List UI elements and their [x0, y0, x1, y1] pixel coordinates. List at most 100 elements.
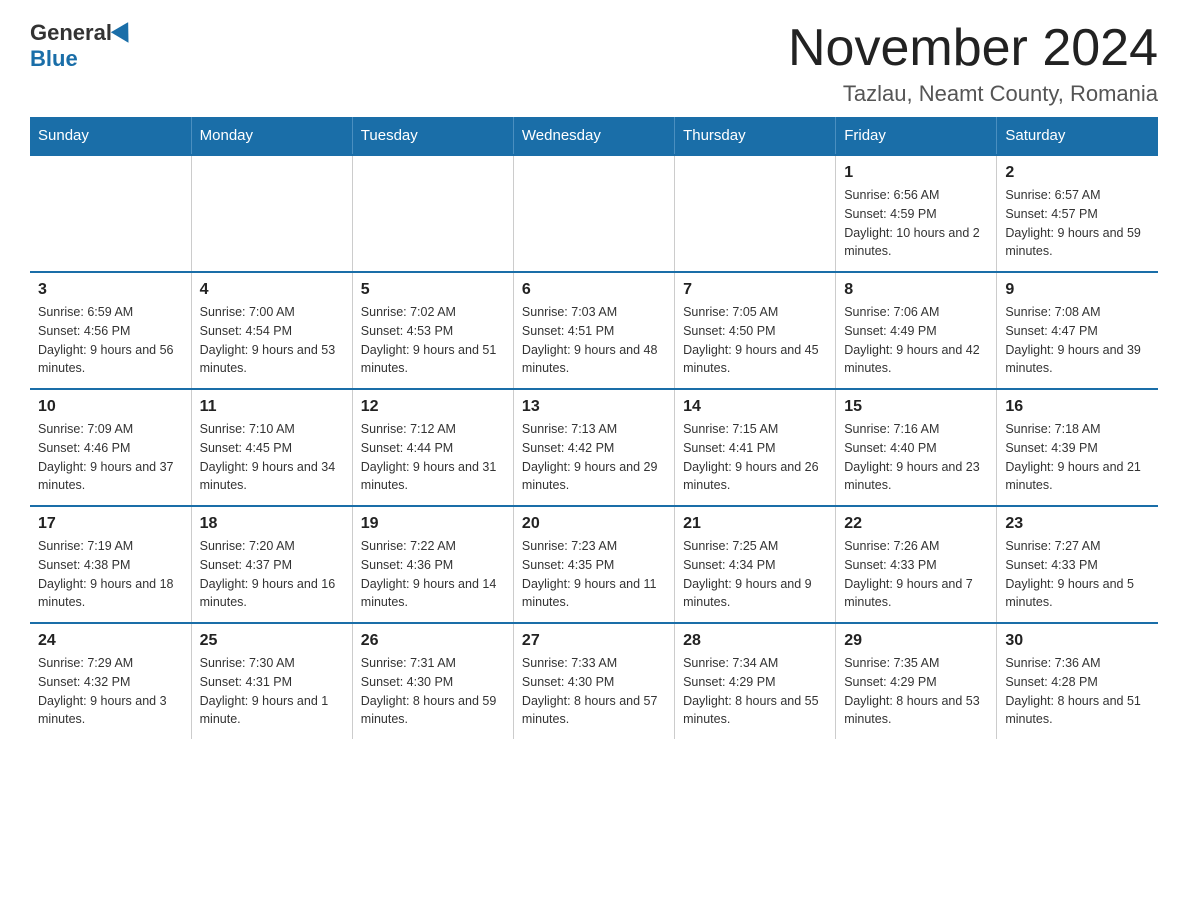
month-title: November 2024: [788, 20, 1158, 77]
day-info: Sunrise: 7:26 AMSunset: 4:33 PMDaylight:…: [844, 537, 988, 612]
day-number: 11: [200, 398, 344, 416]
calendar-cell: [30, 155, 191, 272]
day-number: 2: [1005, 164, 1150, 182]
day-number: 21: [683, 515, 827, 533]
calendar-cell: 21Sunrise: 7:25 AMSunset: 4:34 PMDayligh…: [675, 506, 836, 623]
calendar-cell: 19 Sunrise: 7:22 AMSunset: 4:36 PMDayligh…: [352, 506, 513, 623]
calendar-cell: 27Sunrise: 7:33 AMSunset: 4:30 PMDayligh…: [513, 623, 674, 739]
day-info: Sunrise: 7:31 AMSunset: 4:30 PMDaylight:…: [361, 654, 505, 729]
calendar-cell: 20 Sunrise: 7:23 AMSunset: 4:35 PMDayligh…: [513, 506, 674, 623]
logo: General Blue: [30, 20, 136, 72]
day-number: 13: [522, 398, 666, 416]
calendar-cell: 22 Sunrise: 7:26 AMSunset: 4:33 PMDayligh…: [836, 506, 997, 623]
day-info: Sunrise: 7:15 AMSunset: 4:41 PMDaylight:…: [683, 420, 827, 495]
calendar-cell: 6 Sunrise: 7:03 AMSunset: 4:51 PMDaylight…: [513, 272, 674, 389]
day-number: 8: [844, 281, 988, 299]
day-info: Sunrise: 7:10 AMSunset: 4:45 PMDaylight:…: [200, 420, 344, 495]
day-info: Sunrise: 7:36 AMSunset: 4:28 PMDaylight:…: [1005, 654, 1150, 729]
day-number: 7: [683, 281, 827, 299]
weekday-header-thursday: Thursday: [675, 117, 836, 155]
day-number: 22: [844, 515, 988, 533]
day-number: 26: [361, 632, 505, 650]
day-info: Sunrise: 6:57 AMSunset: 4:57 PMDaylight:…: [1005, 186, 1150, 261]
calendar-header-row: SundayMondayTuesdayWednesdayThursdayFrid…: [30, 117, 1158, 155]
calendar-cell: 29 Sunrise: 7:35 AMSunset: 4:29 PMDayligh…: [836, 623, 997, 739]
day-info: Sunrise: 7:16 AMSunset: 4:40 PMDaylight:…: [844, 420, 988, 495]
calendar-cell: 23 Sunrise: 7:27 AMSunset: 4:33 PMDayligh…: [997, 506, 1158, 623]
calendar-cell: 8 Sunrise: 7:06 AMSunset: 4:49 PMDaylight…: [836, 272, 997, 389]
page-header: General Blue November 2024 Tazlau, Neamt…: [30, 20, 1158, 107]
calendar-cell: 5Sunrise: 7:02 AMSunset: 4:53 PMDaylight…: [352, 272, 513, 389]
calendar-cell: [352, 155, 513, 272]
calendar-table: SundayMondayTuesdayWednesdayThursdayFrid…: [30, 117, 1158, 739]
day-number: 24: [38, 632, 183, 650]
logo-blue-text: Blue: [30, 46, 78, 72]
day-info: Sunrise: 7:06 AMSunset: 4:49 PMDaylight:…: [844, 303, 988, 378]
day-info: Sunrise: 7:18 AMSunset: 4:39 PMDaylight:…: [1005, 420, 1150, 495]
day-info: Sunrise: 7:19 AMSunset: 4:38 PMDaylight:…: [38, 537, 183, 612]
day-number: 14: [683, 398, 827, 416]
day-info: Sunrise: 7:08 AMSunset: 4:47 PMDaylight:…: [1005, 303, 1150, 378]
calendar-cell: 9 Sunrise: 7:08 AMSunset: 4:47 PMDaylight…: [997, 272, 1158, 389]
weekday-header-monday: Monday: [191, 117, 352, 155]
day-info: Sunrise: 7:03 AMSunset: 4:51 PMDaylight:…: [522, 303, 666, 378]
day-info: Sunrise: 7:23 AMSunset: 4:35 PMDaylight:…: [522, 537, 666, 612]
weekday-header-wednesday: Wednesday: [513, 117, 674, 155]
day-info: Sunrise: 7:29 AMSunset: 4:32 PMDaylight:…: [38, 654, 183, 729]
day-number: 9: [1005, 281, 1150, 299]
day-info: Sunrise: 6:59 AMSunset: 4:56 PMDaylight:…: [38, 303, 183, 378]
day-info: Sunrise: 7:35 AMSunset: 4:29 PMDaylight:…: [844, 654, 988, 729]
calendar-cell: 26 Sunrise: 7:31 AMSunset: 4:30 PMDayligh…: [352, 623, 513, 739]
calendar-cell: 3Sunrise: 6:59 AMSunset: 4:56 PMDaylight…: [30, 272, 191, 389]
day-number: 23: [1005, 515, 1150, 533]
day-number: 19: [361, 515, 505, 533]
calendar-week-row: 24 Sunrise: 7:29 AMSunset: 4:32 PMDayligh…: [30, 623, 1158, 739]
day-number: 12: [361, 398, 505, 416]
day-info: Sunrise: 7:13 AMSunset: 4:42 PMDaylight:…: [522, 420, 666, 495]
calendar-cell: 17 Sunrise: 7:19 AMSunset: 4:38 PMDayligh…: [30, 506, 191, 623]
day-number: 18: [200, 515, 344, 533]
day-info: Sunrise: 7:27 AMSunset: 4:33 PMDaylight:…: [1005, 537, 1150, 612]
day-number: 17: [38, 515, 183, 533]
logo-arrow-icon: [111, 22, 137, 48]
calendar-week-row: 3Sunrise: 6:59 AMSunset: 4:56 PMDaylight…: [30, 272, 1158, 389]
day-info: Sunrise: 7:22 AMSunset: 4:36 PMDaylight:…: [361, 537, 505, 612]
calendar-cell: 16 Sunrise: 7:18 AMSunset: 4:39 PMDayligh…: [997, 389, 1158, 506]
calendar-cell: 2 Sunrise: 6:57 AMSunset: 4:57 PMDaylight…: [997, 155, 1158, 272]
day-info: Sunrise: 7:00 AMSunset: 4:54 PMDaylight:…: [200, 303, 344, 378]
day-number: 16: [1005, 398, 1150, 416]
calendar-week-row: 1Sunrise: 6:56 AMSunset: 4:59 PMDaylight…: [30, 155, 1158, 272]
calendar-cell: [675, 155, 836, 272]
logo-general-text: General: [30, 20, 112, 46]
calendar-week-row: 17 Sunrise: 7:19 AMSunset: 4:38 PMDayligh…: [30, 506, 1158, 623]
day-number: 6: [522, 281, 666, 299]
calendar-cell: 25 Sunrise: 7:30 AMSunset: 4:31 PMDayligh…: [191, 623, 352, 739]
weekday-header-saturday: Saturday: [997, 117, 1158, 155]
calendar-cell: 12 Sunrise: 7:12 AMSunset: 4:44 PMDayligh…: [352, 389, 513, 506]
day-number: 20: [522, 515, 666, 533]
location-title: Tazlau, Neamt County, Romania: [788, 81, 1158, 107]
day-number: 29: [844, 632, 988, 650]
day-number: 27: [522, 632, 666, 650]
calendar-cell: 14 Sunrise: 7:15 AMSunset: 4:41 PMDayligh…: [675, 389, 836, 506]
day-number: 1: [844, 164, 988, 182]
weekday-header-sunday: Sunday: [30, 117, 191, 155]
calendar-week-row: 10Sunrise: 7:09 AMSunset: 4:46 PMDayligh…: [30, 389, 1158, 506]
calendar-cell: 24 Sunrise: 7:29 AMSunset: 4:32 PMDayligh…: [30, 623, 191, 739]
calendar-cell: 1Sunrise: 6:56 AMSunset: 4:59 PMDaylight…: [836, 155, 997, 272]
day-info: Sunrise: 7:12 AMSunset: 4:44 PMDaylight:…: [361, 420, 505, 495]
calendar-cell: 11 Sunrise: 7:10 AMSunset: 4:45 PMDayligh…: [191, 389, 352, 506]
calendar-cell: [191, 155, 352, 272]
day-number: 25: [200, 632, 344, 650]
calendar-cell: 13 Sunrise: 7:13 AMSunset: 4:42 PMDayligh…: [513, 389, 674, 506]
day-info: Sunrise: 7:05 AMSunset: 4:50 PMDaylight:…: [683, 303, 827, 378]
day-number: 28: [683, 632, 827, 650]
title-section: November 2024 Tazlau, Neamt County, Roma…: [788, 20, 1158, 107]
day-info: Sunrise: 7:20 AMSunset: 4:37 PMDaylight:…: [200, 537, 344, 612]
calendar-cell: 7 Sunrise: 7:05 AMSunset: 4:50 PMDaylight…: [675, 272, 836, 389]
calendar-cell: 30Sunrise: 7:36 AMSunset: 4:28 PMDayligh…: [997, 623, 1158, 739]
day-number: 4: [200, 281, 344, 299]
day-info: Sunrise: 7:02 AMSunset: 4:53 PMDaylight:…: [361, 303, 505, 378]
day-info: Sunrise: 7:30 AMSunset: 4:31 PMDaylight:…: [200, 654, 344, 729]
weekday-header-tuesday: Tuesday: [352, 117, 513, 155]
